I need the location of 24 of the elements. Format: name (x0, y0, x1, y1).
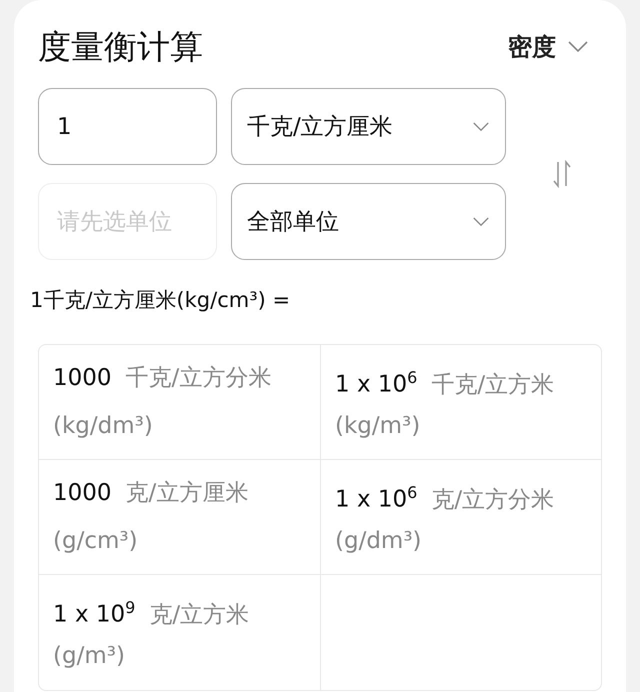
result-value: 1 x 10$^{6}$ (335, 482, 418, 515)
category-dropdown[interactable]: 密度 (508, 31, 588, 63)
value-input-field[interactable]: 1 (38, 88, 217, 165)
swap-icon[interactable] (552, 160, 572, 188)
unit-symbol: (kg/dm³) (53, 412, 153, 441)
result-value: 1 x 10$^{9}$ (53, 597, 136, 630)
result-value: 1000 (53, 364, 112, 393)
unit-name: 千克/立方分米 (126, 364, 272, 393)
chevron-down-icon (568, 41, 588, 53)
result-value: 1000 (53, 479, 112, 508)
unit-symbol: (g/m³) (53, 642, 125, 671)
chevron-down-icon (473, 216, 489, 226)
unit-name: 克/立方米 (149, 600, 250, 630)
chevron-down-icon (473, 122, 489, 132)
result-value: 1 x 10$^{6}$ (335, 367, 418, 400)
page-title: 度量衡计算 (38, 26, 203, 68)
unit-dropdown[interactable]: 千克/立方厘米 (231, 88, 506, 165)
unit-symbol: (kg/m³) (335, 412, 420, 441)
unit-name: 克/立方分米 (431, 486, 554, 515)
unit-symbol: (g/cm³) (53, 527, 138, 556)
result-label: 1千克/立方厘米(kg/cm³) = (30, 287, 292, 314)
unit-name: 克/立方厘米 (126, 479, 248, 508)
unit-name: 千克/立方米 (431, 370, 554, 400)
unit-symbol: (g/dm³) (335, 527, 422, 556)
